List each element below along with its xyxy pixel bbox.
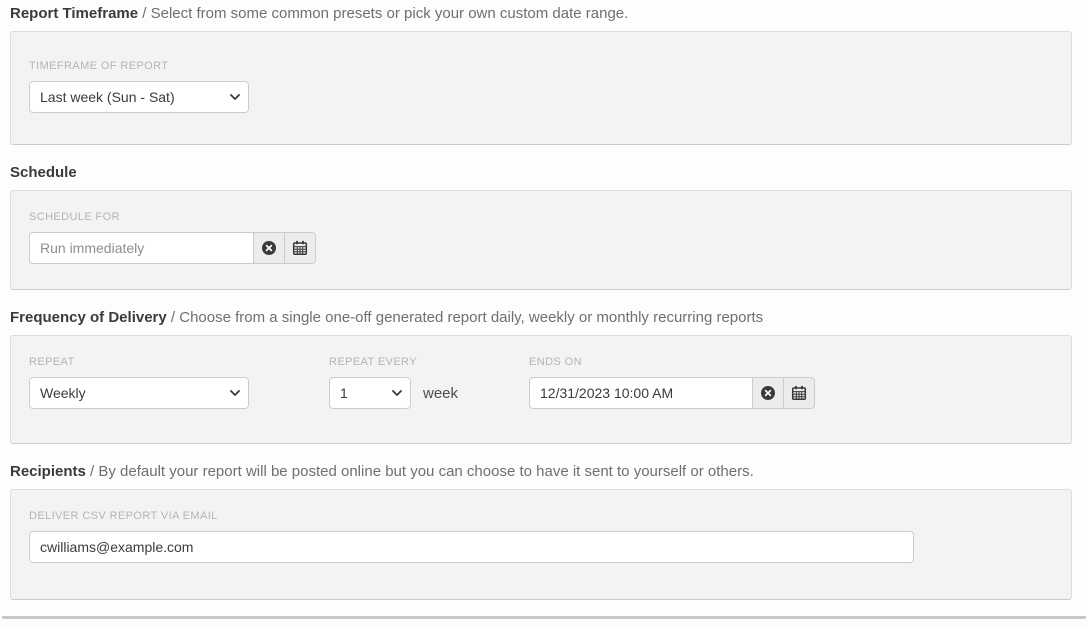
email-input[interactable] — [29, 531, 914, 563]
ends-on-field: ENDS ON — [529, 356, 815, 409]
schedule-for-label: SCHEDULE FOR — [29, 211, 1053, 224]
section-recipients: Recipients / By default your report will… — [10, 463, 1072, 600]
frequency-heading: Frequency of Delivery / Choose from a si… — [10, 309, 1072, 327]
ends-on-label: ENDS ON — [529, 356, 815, 369]
schedule-for-input-group — [29, 232, 316, 264]
deliver-csv-email-label: DELIVER CSV REPORT VIA EMAIL — [29, 510, 1053, 523]
repeat-every-select-wrap: 1 — [329, 377, 411, 409]
schedule-calendar-button[interactable] — [284, 232, 316, 264]
frequency-subtitle: / Choose from a single one-off generated… — [171, 309, 763, 326]
report-timeframe-subtitle: / Select from some common presets or pic… — [142, 5, 628, 22]
schedule-heading: Schedule — [10, 164, 1072, 182]
report-timeframe-heading: Report Timeframe / Select from some comm… — [10, 5, 1072, 23]
section-frequency: Frequency of Delivery / Choose from a si… — [10, 309, 1072, 444]
report-settings-page: Report Timeframe / Select from some comm… — [0, 0, 1088, 600]
repeat-field: REPEAT Weekly — [29, 356, 249, 409]
section-schedule: Schedule SCHEDULE FOR — [10, 164, 1072, 290]
schedule-for-input[interactable] — [29, 232, 254, 264]
frequency-fields-row: REPEAT Weekly REPEAT EVERY — [29, 356, 1053, 409]
timeframe-panel: TIMEFRAME OF REPORT Last week (Sun - Sat… — [10, 31, 1072, 145]
recipients-panel: DELIVER CSV REPORT VIA EMAIL — [10, 489, 1072, 600]
schedule-title: Schedule — [10, 164, 77, 181]
frequency-panel: REPEAT Weekly REPEAT EVERY — [10, 335, 1072, 444]
schedule-panel: SCHEDULE FOR — [10, 190, 1072, 290]
frequency-title: Frequency of Delivery — [10, 309, 167, 326]
repeat-every-field: REPEAT EVERY 1 week — [329, 356, 529, 409]
timeframe-select[interactable]: Last week (Sun - Sat) — [29, 81, 249, 113]
repeat-every-select[interactable]: 1 — [329, 377, 411, 409]
bottom-divider — [2, 616, 1086, 619]
section-report-timeframe: Report Timeframe / Select from some comm… — [10, 5, 1072, 145]
repeat-every-controls: 1 week — [329, 377, 529, 409]
ends-on-clear-button[interactable] — [752, 377, 784, 409]
ends-on-input[interactable] — [529, 377, 753, 409]
circle-x-icon — [261, 240, 277, 256]
schedule-clear-button[interactable] — [253, 232, 285, 264]
calendar-icon — [791, 385, 807, 401]
repeat-select-wrap: Weekly — [29, 377, 249, 409]
timeframe-select-wrap: Last week (Sun - Sat) — [29, 81, 249, 113]
repeat-every-label: REPEAT EVERY — [329, 356, 529, 369]
circle-x-icon — [760, 385, 776, 401]
ends-on-calendar-button[interactable] — [783, 377, 815, 409]
recipients-heading: Recipients / By default your report will… — [10, 463, 1072, 481]
recipients-title: Recipients — [10, 463, 86, 480]
recipients-subtitle: / By default your report will be posted … — [90, 463, 754, 480]
report-timeframe-title: Report Timeframe — [10, 5, 138, 22]
timeframe-of-report-label: TIMEFRAME OF REPORT — [29, 60, 1053, 73]
calendar-icon — [292, 240, 308, 256]
repeat-label: REPEAT — [29, 356, 249, 369]
repeat-select[interactable]: Weekly — [29, 377, 249, 409]
ends-on-input-group — [529, 377, 815, 409]
repeat-unit-text: week — [423, 385, 458, 402]
